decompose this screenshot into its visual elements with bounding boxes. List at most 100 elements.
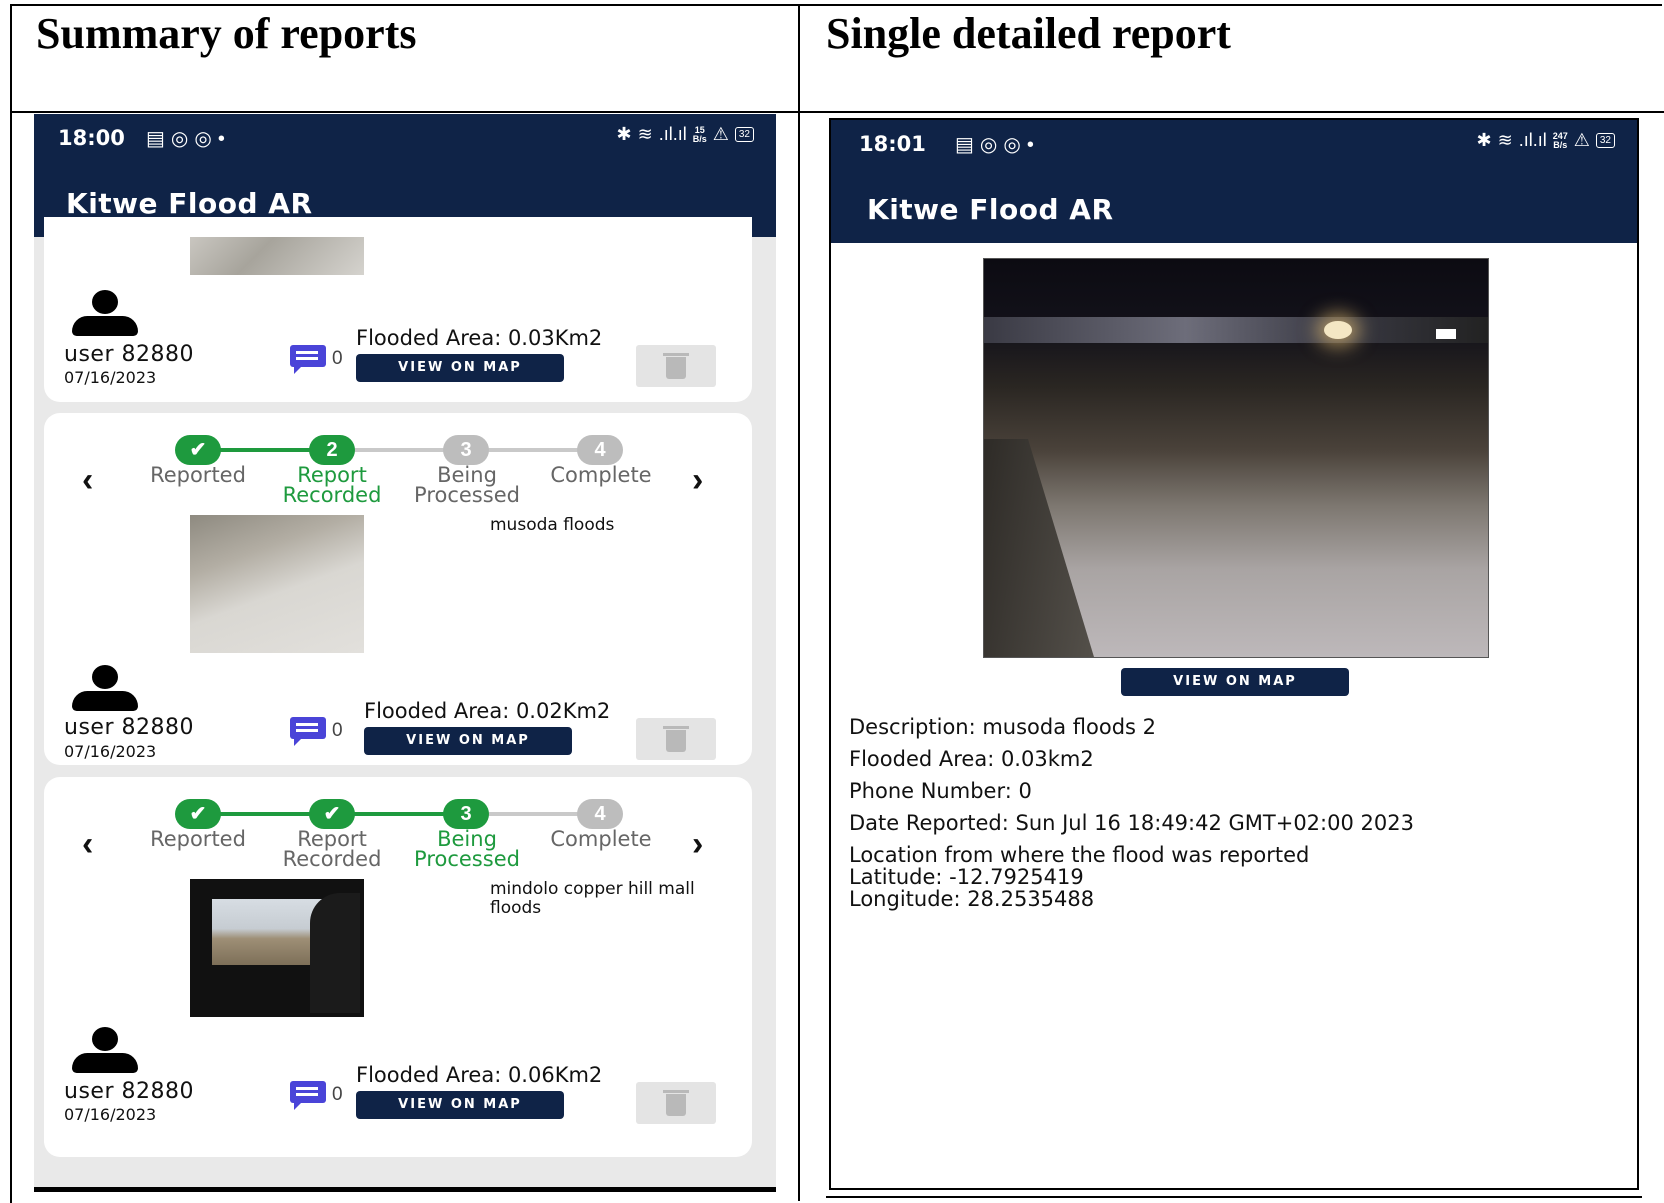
report-card: ✔ 2 3 4 ‹ Reported Report Recorded Being… [44,413,752,765]
battery-icon: 32 [734,127,754,142]
latitude: Latitude: -12.7925419 [849,865,1084,889]
step-number: 4 [577,435,623,465]
step-label: Reported [150,827,246,851]
signal-icon: .ıl.ıl [1518,130,1547,150]
report-description: mindolo copper hill mall floods [490,879,695,918]
flooded-area: Flooded Area: 0.02Km2 [364,699,611,723]
report-date: 07/16/2023 [64,742,157,761]
table-column-divider [798,4,800,1201]
user-avatar-icon [72,665,138,711]
delete-icon[interactable] [636,345,716,387]
user-avatar-icon [72,1027,138,1073]
report-list[interactable]: user 82880 07/16/2023 0 Flooded Area: 0.… [34,217,776,1192]
comment-icon[interactable] [290,1081,326,1110]
report-photo[interactable] [190,237,364,275]
step-number: 2 [309,435,355,465]
wifi-icon: ≋ [637,124,653,144]
signal-icon: .ıl.ıl [658,124,687,144]
flooded-area: Flooded Area: 0.03Km2 [356,326,603,350]
step-number: 3 [443,799,489,829]
status-bar: 18:01 ▤◎◎• ✱ ≋ .ıl.ıl 247 B/s ⚠ 32 [831,120,1637,175]
chevron-right-icon[interactable]: › [692,461,703,500]
longitude: Longitude: 28.2535488 [849,887,1095,911]
speed-unit: B/s [1553,139,1568,150]
status-stepper: ✔ ✔ 3 4 ‹ Reported Report Recorded Being… [44,787,752,871]
report-description: Description: musoda floods 2 [849,715,1157,739]
bluetooth-icon: ✱ [1476,130,1492,150]
dot-icon: • [217,128,231,150]
message-icon: ▤ [955,134,980,156]
view-on-map-button[interactable]: VIEW ON MAP [356,1091,564,1119]
messenger-icon: ◎ [194,128,218,150]
summary-phone-screen: 18:00 ▤◎◎• ✱ ≋ .ıl.ıl 15 B/s ⚠ 32 Kitwe F… [34,114,776,1192]
whatsapp-icon: ◎ [979,134,1004,156]
view-on-map-button[interactable]: VIEW ON MAP [364,727,572,755]
bluetooth-icon: ✱ [616,124,632,144]
messenger-icon: ◎ [1003,134,1027,156]
comment-count: 0 [332,1084,343,1105]
app-title: Kitwe Flood AR [867,193,1114,226]
column-title-summary: Summary of reports [36,9,417,58]
message-icon: ▤ [146,128,171,150]
speed-unit: B/s [692,133,707,144]
status-time: 18:01 [859,132,926,156]
step-label: Complete [550,463,652,487]
dot-icon: • [1026,134,1040,156]
step-label: Complete [550,827,652,851]
date-reported: Date Reported: Sun Jul 16 18:49:42 GMT+0… [849,811,1414,835]
status-bar: 18:00 ▤◎◎• ✱ ≋ .ıl.ıl 15 B/s ⚠ 32 [34,114,776,169]
notification-icons: ▤◎◎• [146,126,231,151]
step-label: Being Processed [414,463,520,507]
location-title: Location from where the flood was report… [849,843,1310,867]
network-speed: 15 B/s [692,125,707,144]
system-icons: ✱ ≋ .ıl.ıl 247 B/s ⚠ 32 [1476,130,1615,151]
wifi-icon: ≋ [1497,130,1513,150]
whatsapp-icon: ◎ [170,128,195,150]
warning-icon: ⚠ [712,124,729,144]
user-name: user 82880 [64,715,194,740]
report-card: ✔ ✔ 3 4 ‹ Reported Report Recorded Being… [44,777,752,1157]
table-header-divider [10,111,1664,113]
comment-icon[interactable] [290,717,326,746]
comment-icon[interactable] [290,345,326,374]
system-icons: ✱ ≋ .ıl.ıl 15 B/s ⚠ 32 [617,124,754,145]
battery-icon: 32 [1595,133,1615,148]
column-title-detail: Single detailed report [826,9,1231,58]
status-time: 18:00 [58,126,125,150]
report-card: user 82880 07/16/2023 0 Flooded Area: 0.… [44,217,752,402]
user-name: user 82880 [64,342,194,367]
flooded-area: Flooded Area: 0.06Km2 [356,1063,603,1087]
comment-count: 0 [332,348,343,369]
nav-bar-edge [34,1187,776,1192]
report-description: musoda floods [490,515,615,535]
warning-icon: ⚠ [1573,130,1590,150]
app-title: Kitwe Flood AR [66,187,313,220]
user-avatar-icon [72,290,138,336]
step-label: Report Recorded [282,827,382,871]
check-icon: ✔ [175,799,221,829]
delete-icon[interactable] [636,1082,716,1124]
network-speed: 247 B/s [1553,131,1568,150]
report-date: 07/16/2023 [64,368,157,387]
check-icon: ✔ [175,435,221,465]
chevron-left-icon[interactable]: ‹ [82,461,93,500]
view-on-map-button[interactable]: VIEW ON MAP [1121,668,1349,696]
view-on-map-button[interactable]: VIEW ON MAP [356,354,564,382]
user-name: user 82880 [64,1079,194,1104]
step-label: Reported [150,463,246,487]
report-photo[interactable] [190,879,364,1017]
report-photo[interactable] [983,258,1489,658]
status-stepper: ✔ 2 3 4 ‹ Reported Report Recorded Being… [44,423,752,507]
chevron-right-icon[interactable]: › [692,825,703,864]
step-number: 4 [577,799,623,829]
check-icon: ✔ [309,799,355,829]
delete-icon[interactable] [636,718,716,760]
chevron-left-icon[interactable]: ‹ [82,825,93,864]
phone-number: Phone Number: 0 [849,779,1032,803]
bottom-rule [826,1196,1642,1198]
flooded-area: Flooded Area: 0.03km2 [849,747,1094,771]
detail-phone-screen: 18:01 ▤◎◎• ✱ ≋ .ıl.ıl 247 B/s ⚠ 32 Kitwe … [829,118,1639,1190]
report-photo[interactable] [190,515,364,653]
comment-count: 0 [332,720,343,741]
step-label: Report Recorded [282,463,382,507]
